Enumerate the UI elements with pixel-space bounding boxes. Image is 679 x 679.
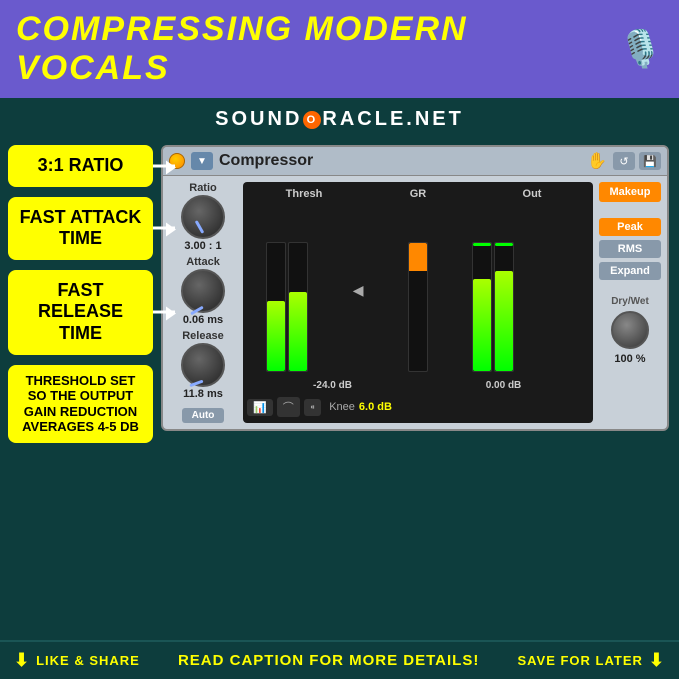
dry-wet-label: Dry/Wet xyxy=(611,296,649,307)
attack-arrow xyxy=(153,227,175,230)
out-meter xyxy=(472,208,514,372)
threshold-label-box: THRESHOLD SET SO THE OUTPUT GAIN REDUCTI… xyxy=(8,365,153,443)
dry-wet-knob[interactable] xyxy=(611,311,649,349)
expand-button[interactable]: Expand xyxy=(599,262,661,280)
release-knob-value: 11.8 ms xyxy=(183,388,223,400)
thresh-db-value: -24.0 dB xyxy=(247,380,418,391)
thresh-bar xyxy=(266,242,286,372)
like-share-icon: ⬇ xyxy=(14,650,30,671)
mic-icon: 🎙️ xyxy=(618,28,663,70)
footer: ⬇ LIKE & SHARE READ CAPTION FOR MORE DET… xyxy=(0,640,679,679)
ratio-label-box: 3:1 RATIO xyxy=(8,145,153,187)
ratio-knob-section: Ratio 3.00 : 1 xyxy=(181,182,225,252)
ratio-knob-label: Ratio xyxy=(189,182,217,194)
meters-area: Thresh GR Out xyxy=(243,182,593,423)
meters-bottom-bar: 📊 ⌒ ⁌ Knee 6.0 dB xyxy=(247,395,589,419)
attack-label-box: FAST ATTACK TIME xyxy=(8,197,153,260)
knee-value: 6.0 dB xyxy=(359,401,392,413)
meters-header: Thresh GR Out xyxy=(247,186,589,202)
compressor-right-sidebar: Makeup Peak RMS Expand Dry/Wet 100 % xyxy=(599,182,661,423)
release-label-box: FAST RELEASE TIME xyxy=(8,270,153,355)
rms-button[interactable]: RMS xyxy=(599,240,661,258)
compressor-top-icons: ↺ 💾 xyxy=(613,152,661,170)
caption-text: READ CAPTION FOR MORE DETAILS! xyxy=(178,652,479,669)
ratio-label-text: 3:1 RATIO xyxy=(38,155,124,175)
threshold-label-text: THRESHOLD SET SO THE OUTPUT GAIN REDUCTI… xyxy=(22,373,139,435)
hand-icon: ✋ xyxy=(587,151,607,171)
thresh-meter xyxy=(266,208,308,372)
compressor-topbar: ▼ Compressor ✋ ↺ 💾 xyxy=(163,147,667,176)
line-mode-btn[interactable]: ⌒ xyxy=(277,397,300,417)
compressor-plugin: ▼ Compressor ✋ ↺ 💾 Ratio 3.0 xyxy=(161,145,669,431)
knobs-column: Ratio 3.00 : 1 Attack 0.06 ms xyxy=(169,182,237,423)
page-title: COMPRESSING MODERN VOCALS xyxy=(16,10,618,88)
left-labels: 3:1 RATIO FAST ATTACK TIME FAST RELEASE … xyxy=(8,145,153,443)
release-knob-label: Release xyxy=(182,330,224,342)
gr-meter xyxy=(408,208,428,372)
ratio-arrow xyxy=(153,164,175,167)
save-for-later-text: SAVE FOR LATER xyxy=(517,653,642,668)
release-label-text: FAST RELEASE TIME xyxy=(38,280,123,343)
attack-knob-section: Attack 0.06 ms xyxy=(181,256,225,326)
makeup-button[interactable]: Makeup xyxy=(599,182,661,202)
like-share-text: LIKE & SHARE xyxy=(36,653,140,668)
like-share-item: ⬇ LIKE & SHARE xyxy=(14,650,140,671)
gr-meter-label: GR xyxy=(361,188,475,200)
out-meter-label: Out xyxy=(475,188,589,200)
compressor-body: Ratio 3.00 : 1 Attack 0.06 ms xyxy=(163,176,667,429)
out-bar2 xyxy=(494,242,514,372)
save-icon[interactable]: 💾 xyxy=(639,152,661,170)
ratio-knob-value: 3.00 : 1 xyxy=(184,240,221,252)
main-content: 3:1 RATIO FAST ATTACK TIME FAST RELEASE … xyxy=(0,137,679,451)
bar-mode-btn[interactable]: 📊 xyxy=(247,399,273,416)
attack-label-text: FAST ATTACK TIME xyxy=(20,207,142,249)
subtitle-text: SOUNDORACLE.NET xyxy=(215,108,464,130)
auto-button[interactable]: Auto xyxy=(182,408,225,423)
compressor-panel: ▼ Compressor ✋ ↺ 💾 Ratio 3.0 xyxy=(161,145,669,431)
gr-bar xyxy=(408,242,428,372)
thresh-arrow-icon: ◀ xyxy=(353,282,364,299)
release-knob[interactable] xyxy=(181,343,225,387)
out-bar xyxy=(472,242,492,372)
attack-knob-label: Attack xyxy=(186,256,220,268)
meters-row: ◀ xyxy=(247,204,589,376)
compressor-name: Compressor xyxy=(219,152,581,170)
subtitle-bar: SOUNDORACLE.NET xyxy=(0,98,679,137)
thresh-meter-label: Thresh xyxy=(247,188,361,200)
refresh-icon[interactable]: ↺ xyxy=(613,152,635,170)
out-db-value: 0.00 dB xyxy=(418,380,589,391)
release-arrow xyxy=(153,311,175,314)
peak-button[interactable]: Peak xyxy=(599,218,661,236)
meter-db-row: -24.0 dB 0.00 dB xyxy=(247,378,589,393)
header: COMPRESSING MODERN VOCALS 🎙️ xyxy=(0,0,679,98)
release-knob-section: Release 11.8 ms xyxy=(181,330,225,400)
knee-label: Knee xyxy=(329,401,355,413)
ratio-knob[interactable] xyxy=(181,195,225,239)
save-for-later-icon: ⬇ xyxy=(649,650,665,671)
attack-knob-value: 0.06 ms xyxy=(183,314,223,326)
scope-mode-btn[interactable]: ⁌ xyxy=(304,399,322,416)
dropdown-btn[interactable]: ▼ xyxy=(191,152,213,170)
dry-wet-value: 100 % xyxy=(614,353,645,365)
thresh-bar2 xyxy=(288,242,308,372)
save-for-later-item: SAVE FOR LATER ⬇ xyxy=(517,650,665,671)
attack-knob[interactable] xyxy=(181,269,225,313)
